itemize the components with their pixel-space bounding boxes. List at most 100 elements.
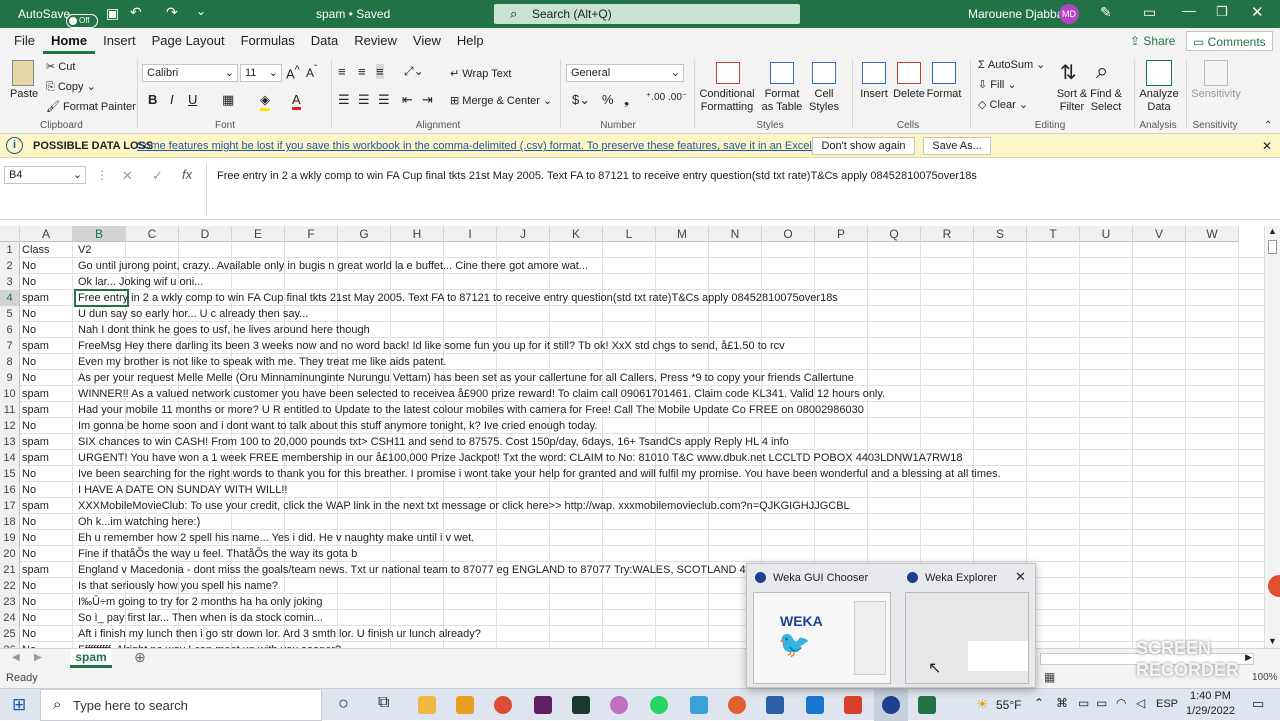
tab-page-layout[interactable]: Page Layout: [144, 28, 233, 54]
close-icon[interactable]: ✕: [1251, 3, 1264, 21]
formula-input[interactable]: Free entry in 2 a wkly comp to win FA Cu…: [206, 164, 1276, 216]
row-header[interactable]: 19: [0, 530, 20, 546]
task-view-icon[interactable]: ⧉: [378, 694, 389, 712]
tab-data[interactable]: Data: [303, 28, 346, 54]
cell-class[interactable]: No: [22, 546, 74, 562]
cell-class[interactable]: No: [22, 418, 74, 434]
format-as-table-button[interactable]: Format as Table: [760, 88, 804, 114]
column-header-h[interactable]: H: [391, 226, 444, 242]
volume-icon[interactable]: ◁: [1136, 696, 1145, 710]
cell-class[interactable]: spam: [22, 338, 74, 354]
fill-button[interactable]: ⇩ Fill ⌄: [978, 78, 1017, 91]
tab-formulas[interactable]: Formulas: [233, 28, 303, 54]
column-header-u[interactable]: U: [1080, 226, 1133, 242]
select-all-corner[interactable]: [0, 226, 20, 242]
cell-message[interactable]: Even my brother is not like to speak wit…: [78, 354, 446, 370]
cell-message[interactable]: I HAVE A DATE ON SUNDAY WITH WILL!!: [78, 482, 287, 498]
cortana-icon[interactable]: ○: [338, 693, 349, 714]
italic-icon[interactable]: I: [170, 92, 174, 107]
scroll-thumb[interactable]: [1268, 240, 1277, 254]
cell-class[interactable]: No: [22, 514, 74, 530]
collapse-ribbon-icon[interactable]: ⌃: [1264, 120, 1272, 131]
underline-icon[interactable]: U: [188, 92, 197, 107]
file-explorer-icon[interactable]: [418, 696, 436, 714]
cell-message[interactable]: FreeMsg Hey there darling its been 3 wee…: [78, 338, 785, 354]
cell-message[interactable]: Go until jurong point, crazy.. Available…: [78, 258, 588, 274]
sensitivity-icon[interactable]: [1204, 60, 1228, 86]
cell-styles-icon[interactable]: [812, 62, 836, 84]
cell-message[interactable]: Ive been searching for the right words t…: [78, 466, 1001, 482]
increase-indent-icon[interactable]: ⇥: [422, 92, 433, 108]
column-header-g[interactable]: G: [338, 226, 391, 242]
cell-message[interactable]: V2: [78, 242, 91, 258]
sort-filter-icon[interactable]: ⇅: [1060, 60, 1077, 85]
comma-icon[interactable]: ❟: [624, 92, 629, 108]
redo-icon[interactable]: ↷: [166, 4, 178, 21]
align-top-icon[interactable]: ≡: [338, 64, 346, 79]
cell-message[interactable]: Nah I dont think he goes to usf, he live…: [78, 322, 370, 338]
word-icon[interactable]: [806, 696, 824, 714]
document-title[interactable]: spam • Saved: [316, 7, 390, 21]
cell-class[interactable]: No: [22, 626, 74, 642]
column-header-k[interactable]: K: [550, 226, 603, 242]
column-header-o[interactable]: O: [762, 226, 815, 242]
cell-class[interactable]: spam: [22, 386, 74, 402]
column-header-w[interactable]: W: [1186, 226, 1239, 242]
tab-file[interactable]: File: [0, 28, 43, 54]
cell-message[interactable]: WINNER!! As a valued network customer yo…: [78, 386, 885, 402]
app-icon[interactable]: [456, 696, 474, 714]
customize-qat-icon[interactable]: ⌄: [196, 4, 206, 18]
dont-show-again-button[interactable]: Don't show again: [812, 137, 915, 155]
network-icon[interactable]: ⌘: [1056, 696, 1068, 710]
autosave-toggle[interactable]: Off: [66, 14, 98, 28]
app-icon[interactable]: [572, 696, 590, 714]
cell-class[interactable]: No: [22, 466, 74, 482]
find-select-button[interactable]: Find & Select: [1086, 88, 1126, 114]
wrap-text-button[interactable]: ↵ Wrap Text: [450, 67, 511, 80]
cell-message[interactable]: XXXMobileMovieClub: To use your credit, …: [78, 498, 850, 514]
row-header[interactable]: 24: [0, 610, 20, 626]
language-indicator[interactable]: ESP: [1156, 698, 1178, 710]
minimize-icon[interactable]: —: [1182, 2, 1196, 18]
enter-icon[interactable]: ✓: [152, 168, 163, 184]
column-header-i[interactable]: I: [444, 226, 497, 242]
thumb-preview-gui-chooser[interactable]: WEKA 🐦: [753, 592, 891, 684]
row-header[interactable]: 14: [0, 450, 20, 466]
analyze-data-button[interactable]: Analyze Data: [1138, 88, 1180, 114]
column-header-t[interactable]: T: [1027, 226, 1080, 242]
store-icon[interactable]: [766, 696, 784, 714]
cell-class[interactable]: No: [22, 322, 74, 338]
cell-class[interactable]: spam: [22, 434, 74, 450]
cell-message[interactable]: Ok lar... Joking wif u oni...: [78, 274, 203, 290]
wifi-icon[interactable]: ◠: [1116, 696, 1126, 710]
row-header[interactable]: 1: [0, 242, 20, 258]
format-cells-button[interactable]: Format: [924, 88, 964, 101]
cell-message[interactable]: Fine if thatåÕs the way u feel. ThatåÕs …: [78, 546, 357, 562]
search-box[interactable]: ⌕ Search (Alt+Q): [494, 4, 800, 24]
format-cells-icon[interactable]: [932, 62, 956, 84]
taskbar-search[interactable]: ⌕ Type here to search: [40, 689, 322, 721]
align-right-icon[interactable]: ☰: [378, 92, 390, 108]
undo-icon[interactable]: ↶: [130, 4, 142, 21]
cell-message[interactable]: Im gonna be home soon and i dont want to…: [78, 418, 597, 434]
row-header[interactable]: 18: [0, 514, 20, 530]
cell-class[interactable]: No: [22, 370, 74, 386]
slack-icon[interactable]: [534, 696, 552, 714]
decrease-decimal-icon[interactable]: .00⁻: [668, 92, 687, 103]
table-icon[interactable]: [770, 62, 794, 84]
decrease-indent-icon[interactable]: ⇤: [402, 92, 413, 108]
tab-review[interactable]: Review: [346, 28, 405, 54]
column-header-j[interactable]: J: [497, 226, 550, 242]
cell-class[interactable]: No: [22, 530, 74, 546]
row-header[interactable]: 12: [0, 418, 20, 434]
bold-icon[interactable]: B: [148, 92, 157, 107]
weather-icon[interactable]: ☀: [976, 696, 989, 713]
tab-view[interactable]: View: [405, 28, 449, 54]
currency-icon[interactable]: $⌄: [572, 92, 590, 108]
add-sheet-icon[interactable]: ⊕: [134, 649, 146, 666]
column-header-f[interactable]: F: [285, 226, 338, 242]
shrink-font-icon[interactable]: Aˇ: [306, 64, 317, 80]
weka-taskbar-button[interactable]: [874, 689, 908, 721]
chevron-up-icon[interactable]: ⌃: [1034, 696, 1044, 710]
row-header[interactable]: 2: [0, 258, 20, 274]
